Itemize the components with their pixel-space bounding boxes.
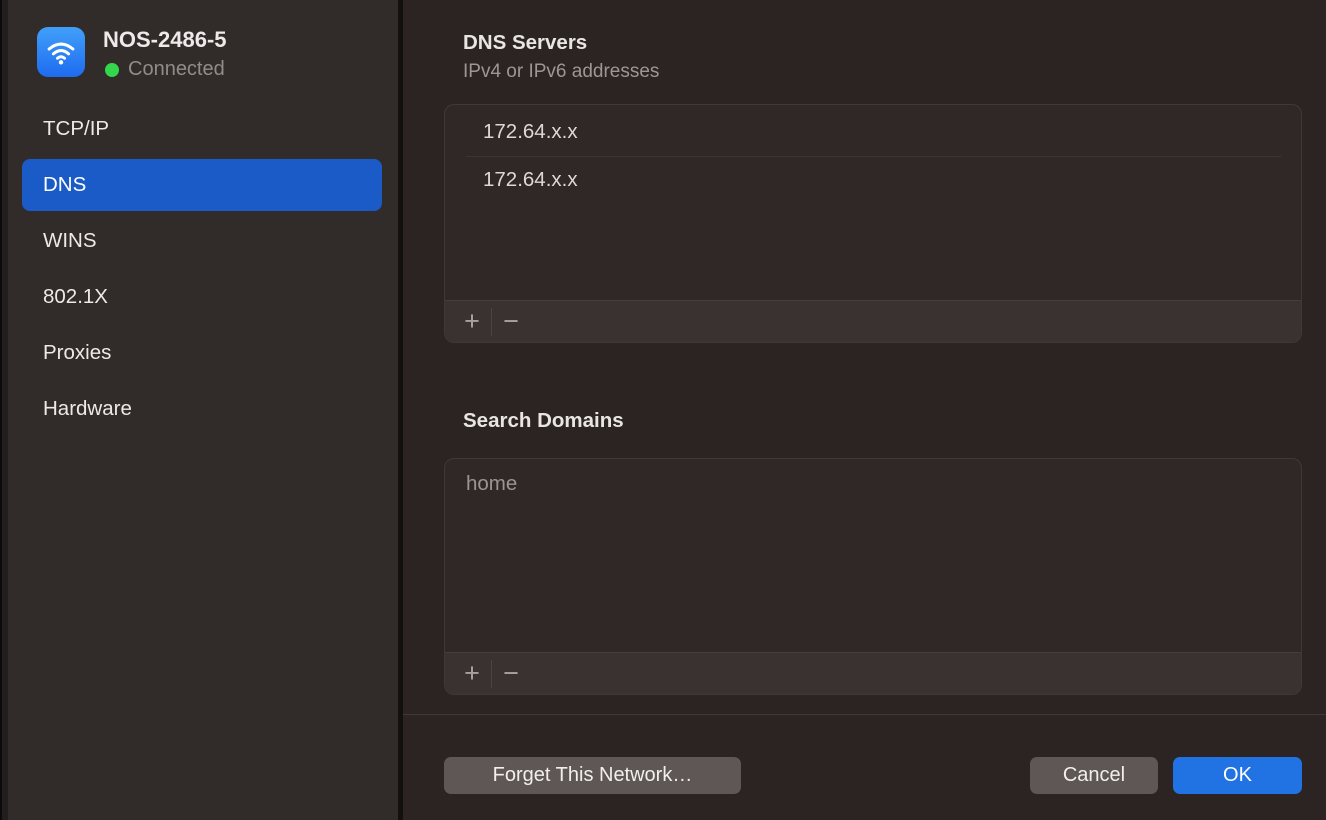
dns-server-row[interactable]: 172.64.x.x: [483, 168, 578, 192]
cancel-button[interactable]: Cancel: [1030, 757, 1158, 794]
network-status: Connected: [105, 58, 225, 81]
sidebar-item-hardware[interactable]: Hardware: [22, 381, 382, 437]
search-domains-rows: home: [445, 459, 1301, 652]
sidebar: NOS-2486-5 Connected TCP/IP DNS WINS 802…: [8, 0, 398, 820]
sidebar-item-wins[interactable]: WINS: [22, 213, 382, 269]
network-name: NOS-2486-5: [103, 27, 227, 53]
forget-network-button[interactable]: Forget This Network…: [444, 757, 741, 794]
footer-divider: [403, 714, 1326, 715]
remove-dns-server-button[interactable]: −: [492, 301, 530, 343]
dns-servers-footer: + −: [445, 300, 1301, 342]
remove-search-domain-button[interactable]: −: [492, 653, 530, 695]
sidebar-item-8021x[interactable]: 802.1X: [22, 269, 382, 325]
connected-status-dot: [105, 63, 119, 77]
sidebar-nav: TCP/IP DNS WINS 802.1X Proxies Hardware: [22, 101, 390, 437]
wifi-icon: [37, 27, 85, 77]
connected-status-label: Connected: [128, 58, 225, 81]
search-domains-footer: + −: [445, 652, 1301, 694]
content-pane: DNS Servers IPv4 or IPv6 addresses 172.6…: [403, 0, 1326, 820]
add-dns-server-button[interactable]: +: [453, 301, 491, 343]
add-search-domain-button[interactable]: +: [453, 653, 491, 695]
row-divider: [466, 156, 1281, 157]
dns-servers-listbox: 172.64.x.x 172.64.x.x + −: [444, 104, 1302, 343]
sidebar-item-tcpip[interactable]: TCP/IP: [22, 101, 382, 157]
dns-servers-subtitle: IPv4 or IPv6 addresses: [463, 61, 659, 83]
search-domains-listbox: home + −: [444, 458, 1302, 695]
sidebar-item-proxies[interactable]: Proxies: [22, 325, 382, 381]
ok-button[interactable]: OK: [1173, 757, 1302, 794]
dns-server-row[interactable]: 172.64.x.x: [483, 120, 578, 144]
dns-servers-rows: 172.64.x.x 172.64.x.x: [445, 105, 1301, 300]
sidebar-item-dns[interactable]: DNS: [22, 159, 382, 211]
search-domain-row[interactable]: home: [466, 472, 517, 496]
window-edge: [0, 0, 8, 820]
dns-servers-title: DNS Servers: [463, 31, 587, 55]
search-domains-title: Search Domains: [463, 409, 624, 433]
